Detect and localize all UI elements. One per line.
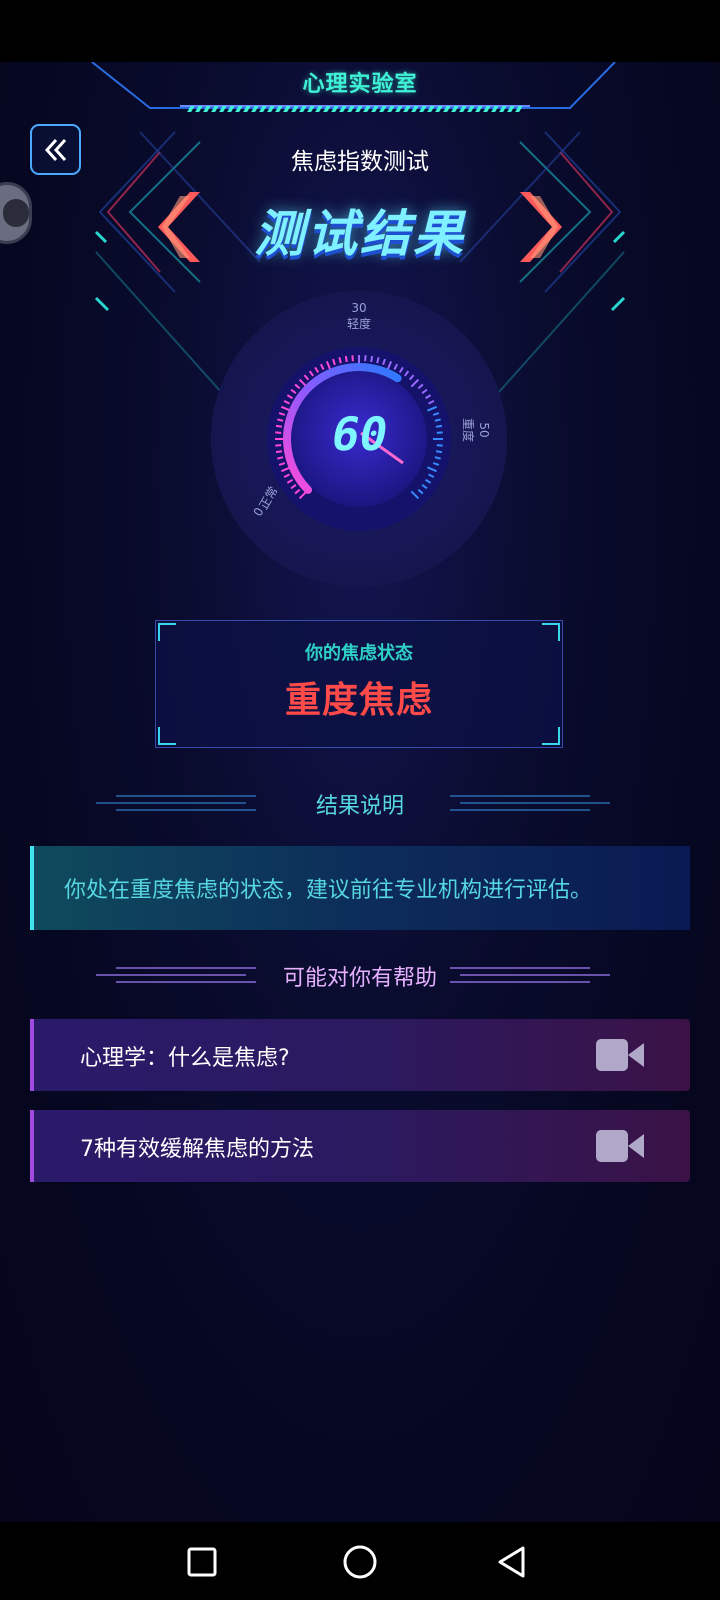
gauge-label-50-text: 重度 [461,418,476,442]
help-item-relief-methods[interactable]: 7种有效缓解焦虑的方法 [30,1110,690,1182]
gauge-tick [275,424,283,428]
anxiety-status-card: 你的焦虑状态 重度焦虑 [155,620,563,748]
corner-decoration [158,727,176,745]
corner-decoration [542,727,560,745]
gauge-tick [370,355,374,363]
gauge-tick [275,450,283,454]
result-explanation-text: 你处在重度焦虑的状态，建议前往专业机构进行评估。 [64,878,593,903]
app-title: 心理实验室 [302,72,418,97]
score-gauge: 60 30 轻度 50 重度 0 正常 [210,290,508,588]
status-label: 你的焦虑状态 [305,643,413,664]
section-divider-right [450,795,610,811]
gauge-label-30-text: 轻度 [347,316,371,331]
gauge-label-30-value: 30 [351,301,366,315]
video-camera-icon [596,1039,644,1071]
status-bar [0,0,720,62]
result-explanation-title: 结果说明 [315,794,404,819]
triangle-back-icon [498,1546,525,1578]
app-screen: 心理实验室 焦虑指数测试 测试结果 60 30 轻度 50 重度 0 正常 你的… [0,62,720,1522]
video-camera-icon [596,1130,644,1162]
gauge-tick [434,418,441,422]
score-value: 60 [327,407,392,461]
help-item-label: 心理学：什么是焦虑? [80,1046,290,1071]
gauge-tick [344,355,348,363]
gauge-tick [338,357,342,364]
gauge-label-50-value: 50 [477,422,491,437]
nav-home-button[interactable] [338,1540,382,1584]
help-section-title: 可能对你有帮助 [282,966,437,991]
gauge-tick [277,418,284,422]
gauge-tick [435,424,443,428]
gauge-tick [435,450,443,454]
system-nav-bar [0,1522,720,1600]
help-divider-right [450,967,610,983]
help-item-label: 7种有效缓解焦虑的方法 [80,1137,314,1162]
gauge-tick [434,456,441,460]
status-value: 重度焦虑 [284,680,433,721]
circle-icon [343,1545,377,1579]
result-explanation-card: 你处在重度焦虑的状态，建议前往专业机构进行评估。 [30,846,690,930]
test-name: 焦虑指数测试 [291,149,429,175]
help-item-what-is-anxiety[interactable]: 心理学：什么是焦虑? [30,1019,690,1091]
gauge-tick [376,357,380,364]
gauge-tick [277,456,284,460]
nav-recent-button[interactable] [180,1540,224,1584]
nav-back-button[interactable] [490,1540,534,1584]
result-heading: 测试结果 [254,205,466,263]
square-icon [187,1547,217,1577]
